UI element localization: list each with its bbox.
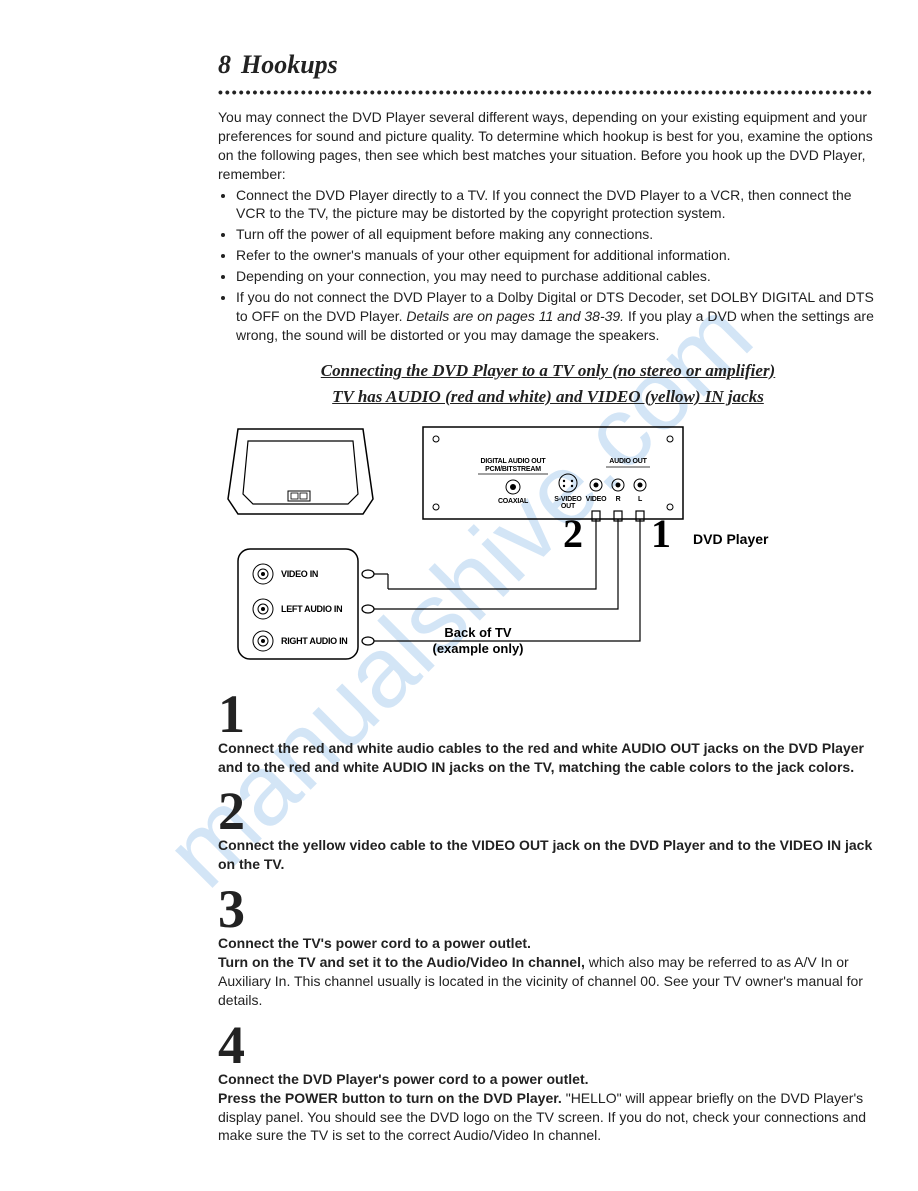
list-item: Turn off the power of all equipment befo… bbox=[236, 225, 878, 244]
bullet-list: Connect the DVD Player directly to a TV.… bbox=[218, 186, 878, 345]
svg-text:AUDIO OUT: AUDIO OUT bbox=[609, 458, 647, 465]
diagram-step-1: 1 bbox=[651, 511, 671, 556]
svg-text:DIGITAL AUDIO OUT: DIGITAL AUDIO OUT bbox=[481, 458, 547, 465]
step-1-number: 1 bbox=[218, 687, 878, 741]
svg-text:LEFT AUDIO IN: LEFT AUDIO IN bbox=[281, 604, 342, 614]
step-4a: Connect the DVD Player's power cord to a… bbox=[218, 1071, 589, 1087]
tv-back-jacks-icon: VIDEO IN LEFT AUDIO IN RIGHT AUDIO IN bbox=[238, 549, 358, 659]
step-4b: Press the POWER button to turn on the DV… bbox=[218, 1090, 562, 1106]
svg-text:S-VIDEO: S-VIDEO bbox=[554, 496, 582, 503]
step-2-text: Connect the yellow video cable to the VI… bbox=[218, 836, 878, 874]
step-3b: Turn on the TV and set it to the Audio/V… bbox=[218, 954, 585, 970]
step-2-number: 2 bbox=[218, 784, 878, 838]
dotted-rule: ••••••••••••••••••••••••••••••••••••••••… bbox=[218, 84, 878, 100]
tv-icon bbox=[228, 429, 373, 514]
svg-text:OUT: OUT bbox=[561, 503, 576, 510]
step-3-text: Connect the TV's power cord to a power o… bbox=[218, 934, 878, 1010]
dvd-rear-panel-icon: DIGITAL AUDIO OUT PCM/BITSTREAM COAXIAL … bbox=[423, 427, 683, 519]
bullet5-italic: Details are on pages 11 and 38-39. bbox=[406, 308, 624, 324]
intro-paragraph: You may connect the DVD Player several d… bbox=[218, 108, 878, 184]
subheading-line1: Connecting the DVD Player to a TV only (… bbox=[218, 361, 878, 381]
page-content: 8 Hookups ••••••••••••••••••••••••••••••… bbox=[0, 0, 918, 1191]
svg-text:VIDEO: VIDEO bbox=[586, 496, 608, 503]
heading-row: 8 Hookups bbox=[218, 50, 878, 80]
page-number: 8 bbox=[218, 50, 231, 80]
diagram-step-2: 2 bbox=[563, 511, 583, 556]
list-item: If you do not connect the DVD Player to … bbox=[236, 288, 878, 345]
svg-text:L: L bbox=[638, 496, 643, 503]
dvd-player-label: DVD Player bbox=[693, 531, 769, 547]
back-of-tv-label: Back of TV bbox=[444, 625, 512, 640]
list-item: Depending on your connection, you may ne… bbox=[236, 267, 878, 286]
step-4-text: Connect the DVD Player's power cord to a… bbox=[218, 1070, 878, 1146]
page-title: Hookups bbox=[241, 50, 338, 80]
step-1-text: Connect the red and white audio cables t… bbox=[218, 739, 878, 777]
svg-text:R: R bbox=[616, 496, 621, 503]
connection-diagram: DIGITAL AUDIO OUT PCM/BITSTREAM COAXIAL … bbox=[218, 419, 778, 679]
back-of-tv-sub: (example only) bbox=[432, 641, 523, 656]
step-3-number: 3 bbox=[218, 882, 878, 936]
svg-text:PCM/BITSTREAM: PCM/BITSTREAM bbox=[485, 466, 541, 473]
subheading-line2: TV has AUDIO (red and white) and VIDEO (… bbox=[218, 387, 878, 407]
svg-text:VIDEO IN: VIDEO IN bbox=[281, 569, 318, 579]
svg-text:COAXIAL: COAXIAL bbox=[498, 498, 529, 505]
step-4-number: 4 bbox=[218, 1018, 878, 1072]
svg-text:RIGHT AUDIO IN: RIGHT AUDIO IN bbox=[281, 636, 347, 646]
list-item: Refer to the owner's manuals of your oth… bbox=[236, 246, 878, 265]
step-3a: Connect the TV's power cord to a power o… bbox=[218, 935, 531, 951]
list-item: Connect the DVD Player directly to a TV.… bbox=[236, 186, 878, 224]
